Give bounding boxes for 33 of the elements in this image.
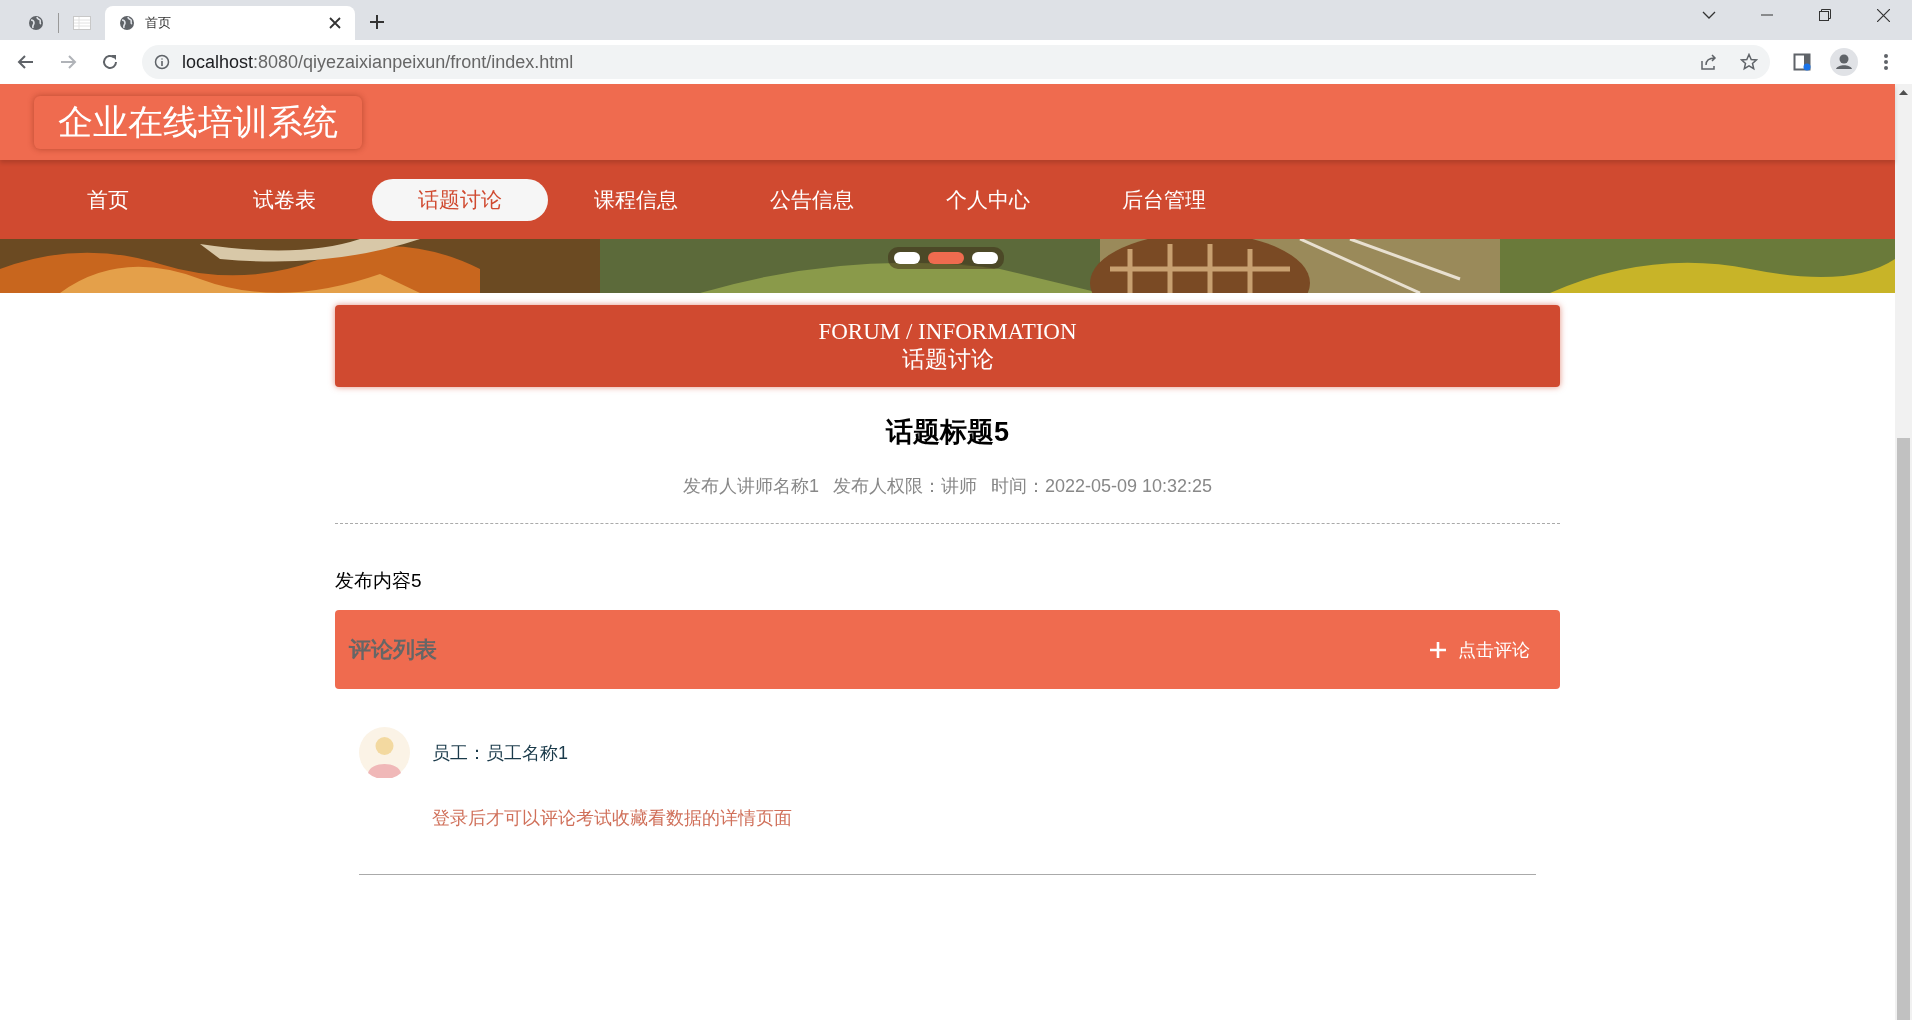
star-icon[interactable] [1740,53,1758,71]
browser-tab[interactable]: 首页 [105,6,355,40]
globe-icon [119,15,135,31]
nav-tab[interactable]: 首页 [20,178,196,221]
info-icon[interactable] [154,54,170,70]
spreadsheet-icon [73,16,91,30]
nav-tab[interactable]: 后台管理 [1076,178,1252,221]
topic-content: 发布内容5 [335,569,423,593]
comment-author: 员工：员工名称1 [432,741,568,765]
plus-icon [1430,641,1446,658]
topic-meta: 发布人讲师名称1 [682,475,819,498]
close-icon[interactable] [329,17,341,29]
comment-text: 登录后才可以评论考试收藏看数据的详情页面 [432,807,793,830]
nav-tab[interactable]: 话题讨论 [372,178,548,221]
share-icon[interactable] [1700,53,1718,71]
url-text: localhost:8080/qiyezaixianpeixun/front/index.html [182,51,575,73]
scrollbar-thumb[interactable] [1897,438,1910,1020]
tab-title: 首页 [145,14,172,32]
nav-tab[interactable]: 个人中心 [900,178,1076,221]
globe-icon [28,15,44,31]
nav-tab[interactable]: 课程信息 [548,178,724,221]
comment-list-title: 评论列表 [349,635,437,664]
topic-meta: 时间：2022-05-09 10:32:25 [990,475,1213,498]
topic-title: 话题标题5 [884,416,1010,449]
avatar-icon [359,727,410,778]
topic-meta: 发布人权限：讲师 [832,475,977,498]
section-subtitle: 话题讨论 [901,346,994,374]
section-title: FORUM / INFORMATION [818,318,1077,346]
nav-tab[interactable]: 试卷表 [196,178,372,221]
site-logo[interactable]: 企业在线培训系统 [34,95,362,149]
nav-tab[interactable]: 公告信息 [724,178,900,221]
add-comment-button[interactable]: 点击评论 [1430,637,1530,662]
address-bar[interactable]: localhost:8080/qiyezaixianpeixun/front/index.html [142,45,1770,79]
